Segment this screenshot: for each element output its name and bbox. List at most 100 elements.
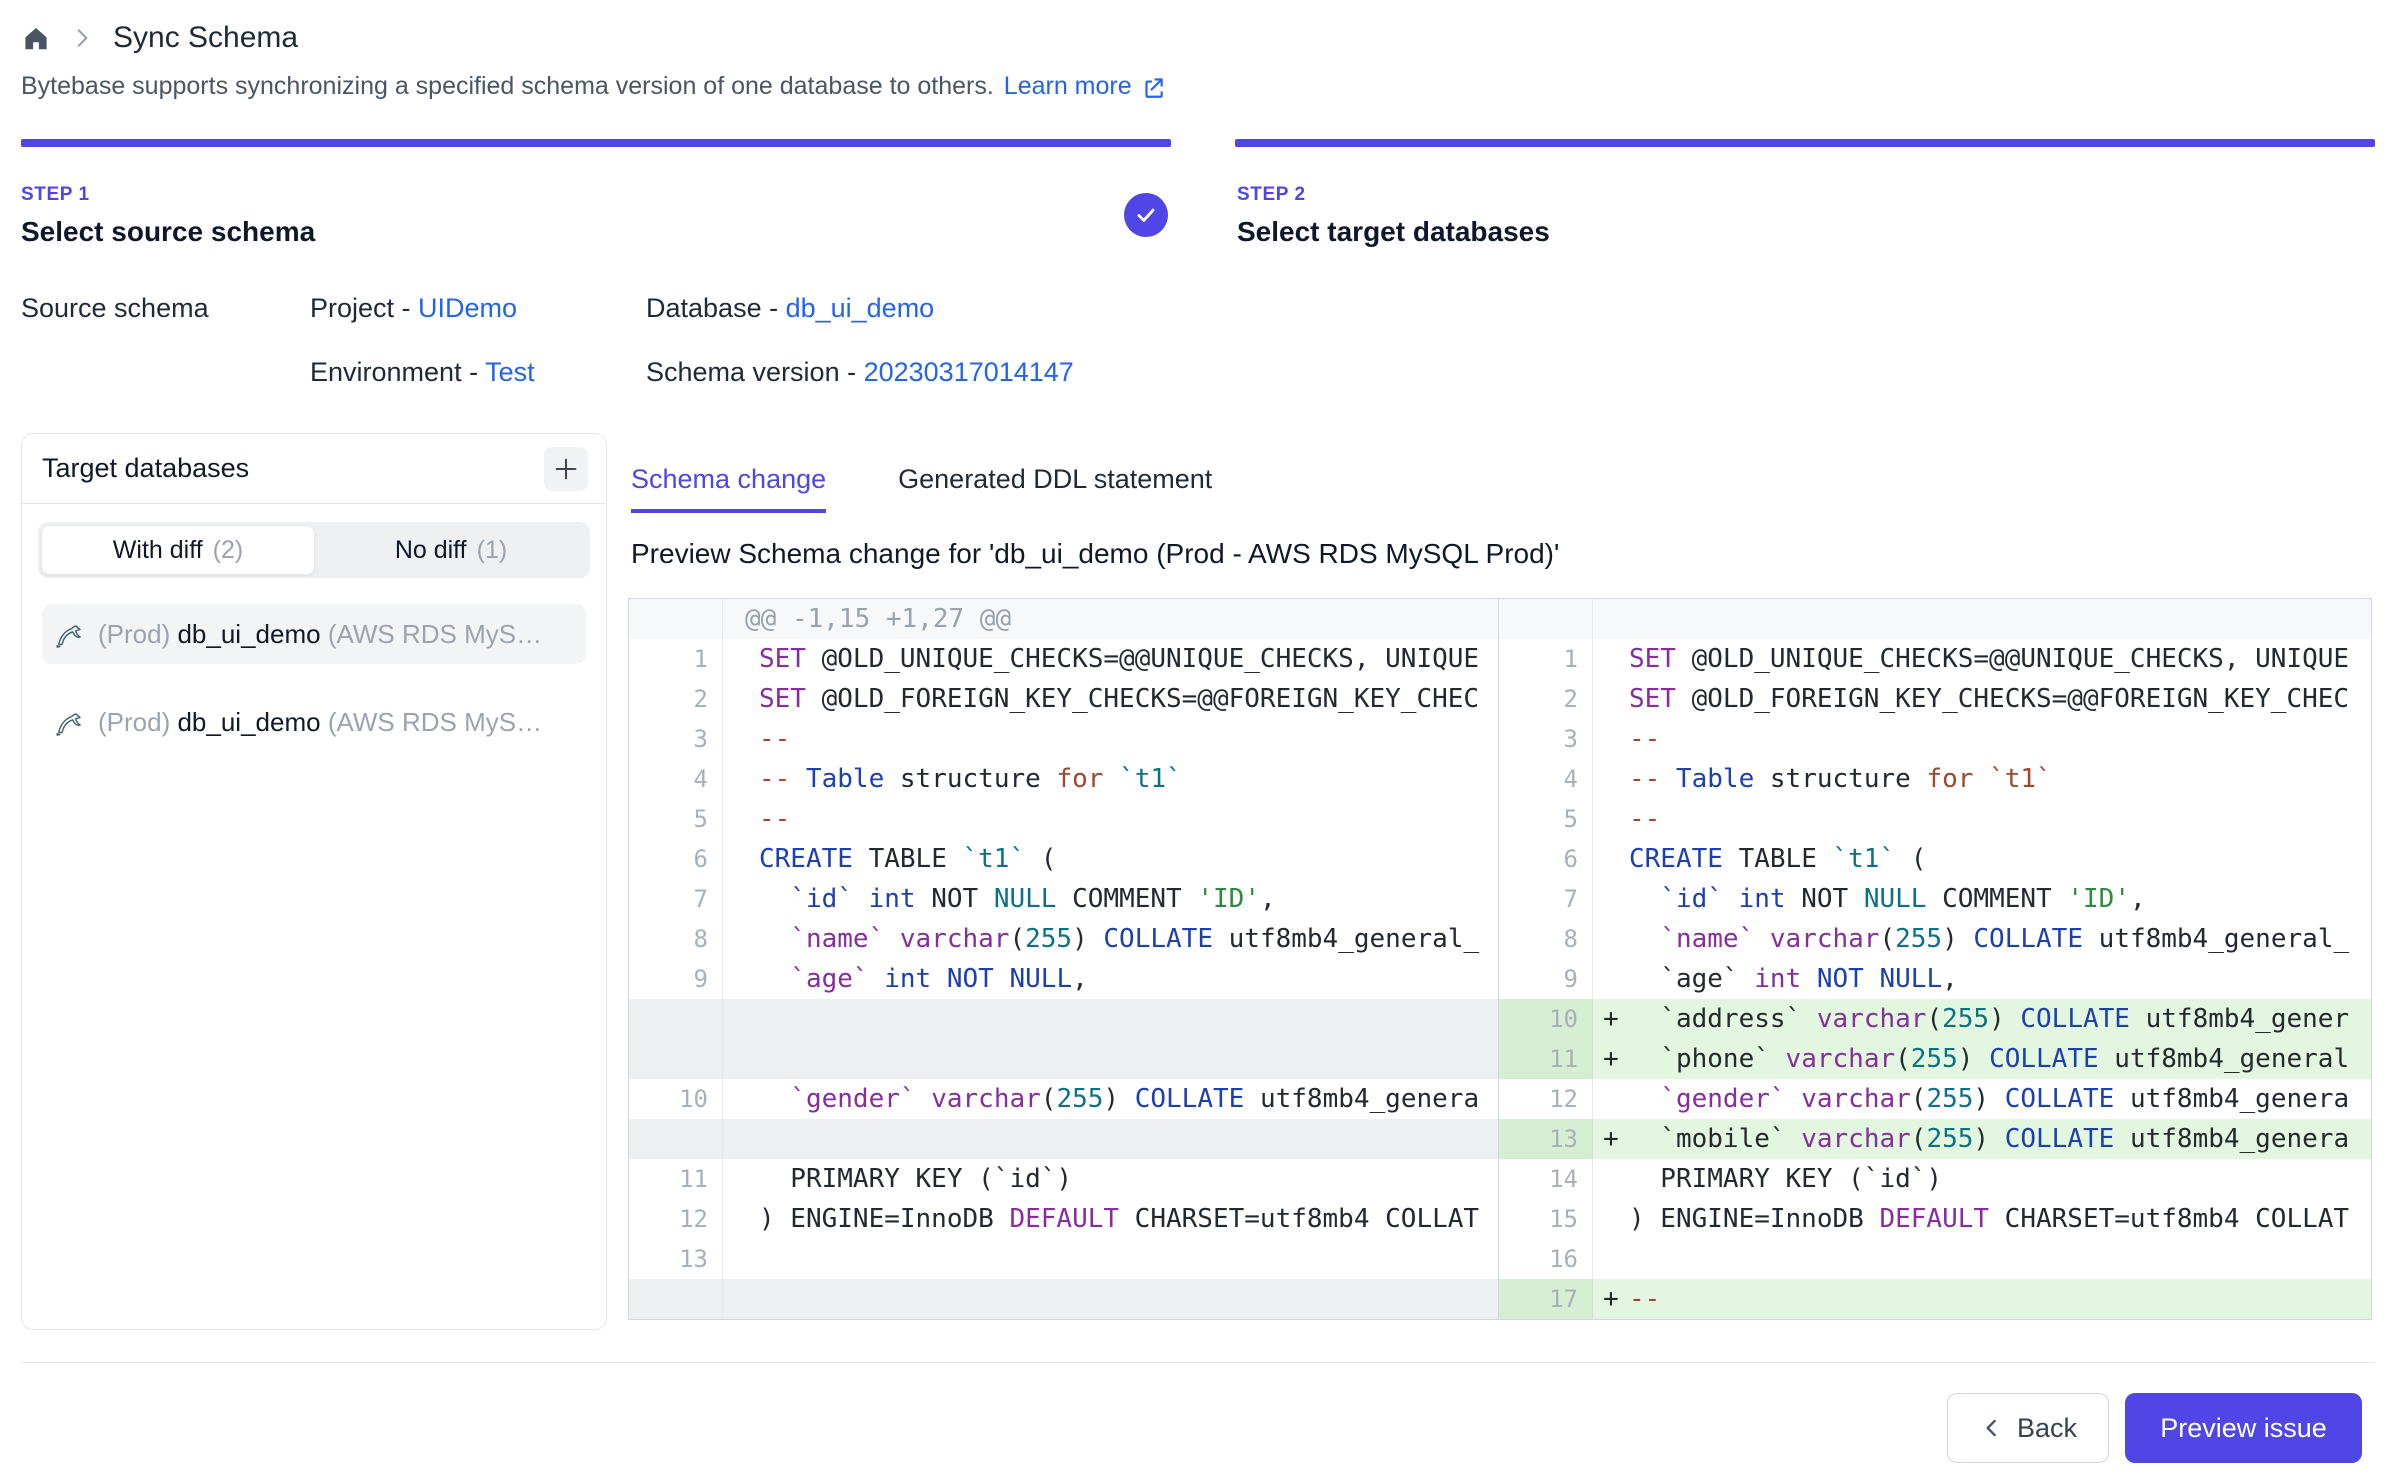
diff-line-number: 15 (1499, 1199, 1593, 1239)
target-databases-panel: Target databases With diff (2) No diff (… (21, 433, 607, 1330)
preview-tabs: Schema change Generated DDL statement (631, 464, 1212, 513)
diff-change-marker (1593, 1199, 1629, 1239)
diff-change-marker (723, 959, 759, 999)
description-text: Bytebase supports synchronizing a specif… (21, 72, 994, 101)
tab-generated-ddl[interactable]: Generated DDL statement (898, 464, 1212, 513)
diff-row: 10+ `address` varchar(255) COLLATE utf8m… (1499, 999, 2372, 1039)
learn-more-link[interactable]: Learn more (1004, 72, 1166, 101)
diff-row: @@ -1,15 +1,27 @@ (629, 599, 1498, 639)
diff-code-line (1629, 1239, 2372, 1279)
diff-code-line: `address` varchar(255) COLLATE utf8mb4_g… (1629, 999, 2372, 1039)
diff-line-number: 4 (629, 759, 723, 799)
diff-line-number: 13 (629, 1239, 723, 1279)
source-field-database: Database - db_ui_demo (646, 293, 934, 324)
diff-code-line: SET @OLD_UNIQUE_CHECKS=@@UNIQUE_CHECKS, … (759, 639, 1498, 679)
diff-line-number (629, 999, 723, 1039)
diff-line-number: 12 (629, 1199, 723, 1239)
diff-line-number: 14 (1499, 1159, 1593, 1199)
diff-code-line: -- (1629, 799, 2372, 839)
database-item-text: (Prod) db_ui_demo (AWS RDS MyS… (98, 619, 542, 650)
diff-row (629, 1119, 1498, 1159)
diff-line-number: 12 (1499, 1079, 1593, 1119)
tab-no-diff[interactable]: No diff (1) (315, 525, 587, 575)
database-list-item[interactable]: (Prod) db_ui_demo (AWS RDS MyS… (42, 604, 586, 664)
diff-code-line: `name` varchar(255) COLLATE utf8mb4_gene… (1629, 919, 2372, 959)
target-databases-header: Target databases (22, 434, 606, 504)
home-icon[interactable] (21, 23, 51, 53)
diff-row: 7 `id` int NOT NULL COMMENT 'ID', (629, 879, 1498, 919)
diff-row: 7 `id` int NOT NULL COMMENT 'ID', (1499, 879, 2372, 919)
footer-divider (21, 1362, 2375, 1363)
diff-line-number: 7 (1499, 879, 1593, 919)
page-description: Bytebase supports synchronizing a specif… (21, 72, 1166, 101)
step2-progress-bar (1235, 139, 2375, 147)
step2-label: STEP 2 (1237, 184, 1306, 206)
chevron-left-icon (1979, 1415, 2005, 1441)
back-button[interactable]: Back (1947, 1393, 2109, 1463)
diff-line-number: 5 (629, 799, 723, 839)
diff-code-line: CREATE TABLE `t1` ( (759, 839, 1498, 879)
diff-change-marker: + (1593, 999, 1629, 1039)
diff-row (629, 999, 1498, 1039)
schema-version-field-label: Schema version - (646, 357, 864, 387)
diff-row: 9 `age` int NOT NULL, (1499, 959, 2372, 999)
diff-change-marker (723, 1279, 759, 1319)
diff-filter-segmented-control: With diff (2) No diff (1) (38, 522, 590, 578)
tab-with-diff[interactable]: With diff (2) (41, 525, 315, 575)
diff-line-number: 3 (629, 719, 723, 759)
diff-row: 6CREATE TABLE `t1` ( (1499, 839, 2372, 879)
diff-line-number: 1 (629, 639, 723, 679)
environment-link[interactable]: Test (485, 357, 535, 387)
diff-code-line: PRIMARY KEY (`id`) (759, 1159, 1498, 1199)
diff-code-line (759, 1279, 1498, 1319)
diff-change-marker (1593, 959, 1629, 999)
schema-version-link[interactable]: 20230317014147 (864, 357, 1074, 387)
diff-line-number: 10 (1499, 999, 1593, 1039)
diff-line-number (629, 1119, 723, 1159)
diff-line-number: 11 (1499, 1039, 1593, 1079)
diff-code-line: SET @OLD_UNIQUE_CHECKS=@@UNIQUE_CHECKS, … (1629, 639, 2372, 679)
project-link[interactable]: UIDemo (418, 293, 517, 323)
diff-code-line (759, 999, 1498, 1039)
diff-row: 8 `name` varchar(255) COLLATE utf8mb4_ge… (1499, 919, 2372, 959)
step2-title: Select target databases (1237, 216, 1550, 248)
database-link[interactable]: db_ui_demo (786, 293, 935, 323)
database-item-instance: (AWS RDS MyS… (321, 619, 542, 649)
diff-line-number: 10 (629, 1079, 723, 1119)
diff-line-number (1499, 599, 1593, 639)
mysql-dolphin-icon (56, 619, 86, 649)
diff-change-marker (723, 1039, 759, 1079)
step1-completed-badge (1124, 193, 1168, 237)
mysql-dolphin-icon (56, 707, 86, 737)
diff-change-marker (723, 1079, 759, 1119)
diff-line-number: 5 (1499, 799, 1593, 839)
add-target-database-button[interactable] (544, 447, 588, 491)
diff-row: 11+ `phone` varchar(255) COLLATE utf8mb4… (1499, 1039, 2372, 1079)
tab-schema-change[interactable]: Schema change (631, 464, 826, 513)
diff-line-number: 3 (1499, 719, 1593, 759)
diff-code-line: `gender` varchar(255) COLLATE utf8mb4_ge… (759, 1079, 1498, 1119)
diff-line-number: 16 (1499, 1239, 1593, 1279)
plus-icon (552, 455, 580, 483)
back-button-label: Back (2017, 1413, 2077, 1444)
diff-change-marker (1593, 1079, 1629, 1119)
preview-issue-button[interactable]: Preview issue (2125, 1393, 2362, 1463)
diff-code-line (759, 1039, 1498, 1079)
diff-code-line: `id` int NOT NULL COMMENT 'ID', (1629, 879, 2372, 919)
check-icon (1133, 202, 1159, 228)
diff-line-number: 9 (1499, 959, 1593, 999)
diff-line-number: 2 (629, 679, 723, 719)
diff-change-marker (723, 999, 759, 1039)
database-list-item[interactable]: (Prod) db_ui_demo (AWS RDS MyS… (42, 692, 586, 752)
database-item-env: (Prod) (98, 619, 177, 649)
diff-code-line: CREATE TABLE `t1` ( (1629, 839, 2372, 879)
external-link-icon (1140, 74, 1166, 100)
diff-line-number: 2 (1499, 679, 1593, 719)
diff-row: 12 ) ENGINE=InnoDB DEFAULT CHARSET=utf8mb… (629, 1199, 1498, 1239)
diff-row: 15) ENGINE=InnoDB DEFAULT CHARSET=utf8mb… (1499, 1199, 2372, 1239)
no-diff-count: (1) (477, 536, 508, 565)
diff-change-marker (723, 639, 759, 679)
project-field-label: Project - (310, 293, 418, 323)
diff-code-line: ) ENGINE=InnoDB DEFAULT CHARSET=utf8mb4 … (759, 1199, 1498, 1239)
diff-change-marker (723, 719, 759, 759)
